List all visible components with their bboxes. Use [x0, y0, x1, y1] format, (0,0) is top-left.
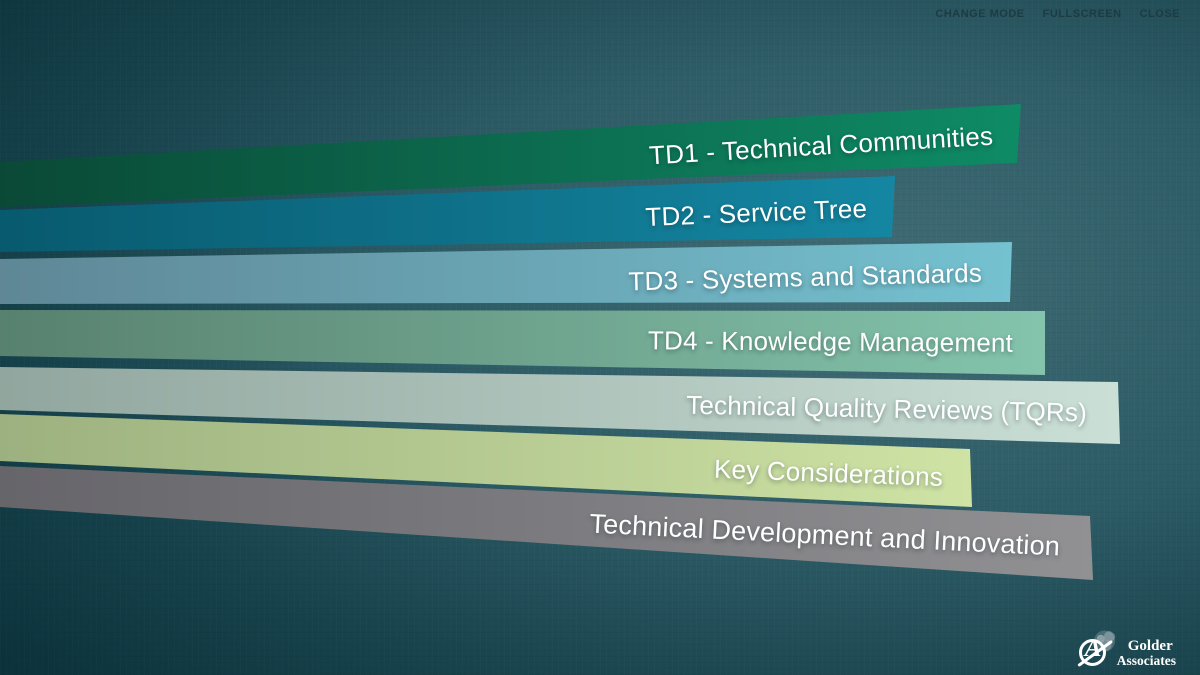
bar-td4-knowledge-management-label: TD4 - Knowledge Management: [0, 316, 1045, 363]
logo-text: Golder Associates: [1117, 639, 1176, 669]
logo-letter: A: [1085, 636, 1102, 661]
golder-logo-mark-icon: A: [1078, 633, 1114, 669]
logo-line2: Associates: [1117, 654, 1176, 668]
slide-stage[interactable]: TD1 - Technical CommunitiesTD2 - Service…: [0, 0, 1200, 675]
logo-line1: Golder: [1128, 639, 1176, 654]
close-button[interactable]: CLOSE: [1140, 8, 1180, 20]
golder-logo: A Golder Associates: [1078, 633, 1176, 669]
change-mode-button[interactable]: CHANGE MODE: [935, 8, 1024, 20]
fullscreen-button[interactable]: FULLSCREEN: [1043, 8, 1122, 20]
bars-layer: TD1 - Technical CommunitiesTD2 - Service…: [0, 0, 1200, 675]
viewer-menu: CHANGE MODE FULLSCREEN CLOSE: [935, 0, 1180, 28]
